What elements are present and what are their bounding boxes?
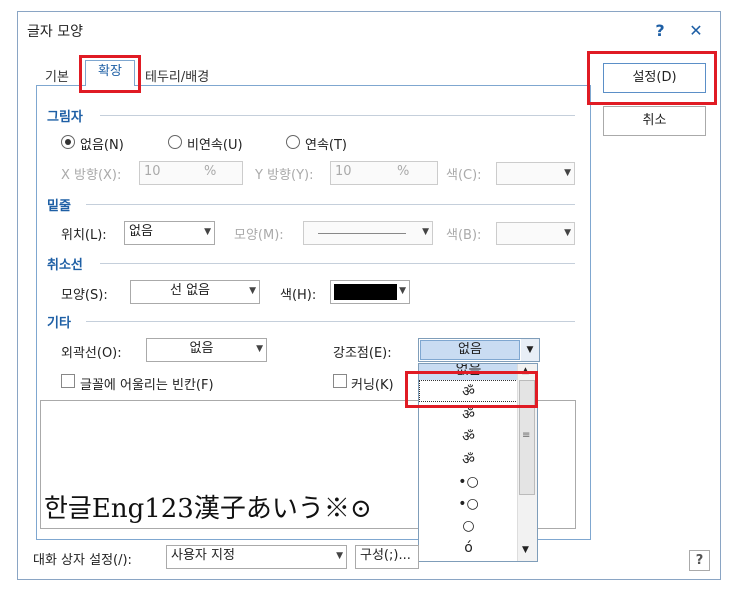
chevron-down-icon: ▼: [249, 286, 256, 296]
window-title: 글자 모양: [27, 24, 83, 40]
underline-position-value: 없음: [129, 224, 153, 239]
underline-color-label: 색(B):: [446, 228, 482, 243]
emphasis-option[interactable]: •○: [419, 471, 518, 493]
line-preview: [318, 233, 406, 234]
shadow-continuous-label: 연속(T): [305, 138, 348, 153]
highlight-tab: [79, 55, 141, 93]
divider: [86, 204, 575, 205]
underline-position-select[interactable]: 없음 ▼: [124, 221, 215, 245]
strike-color-label: 색(H):: [280, 288, 317, 303]
y-value: 10: [335, 164, 352, 179]
chevron-down-icon: ▼: [564, 168, 571, 178]
dialog-setting-select[interactable]: 사용자 지정 ▼: [166, 545, 347, 569]
x-value: 10: [144, 164, 161, 179]
tab-basic[interactable]: 기본: [45, 66, 69, 85]
highlight-ok: [587, 51, 717, 105]
shadow-discrete-label: 비연속(U): [187, 138, 243, 153]
x-direction-input[interactable]: 10%: [139, 161, 243, 185]
dialog-setting-value: 사용자 지정: [171, 548, 235, 563]
chevron-down-icon: ▼: [422, 227, 429, 237]
shadow-none-radio[interactable]: [61, 135, 75, 149]
outline-label: 외곽선(O):: [61, 346, 122, 361]
shadow-none-label: 없음(N): [80, 138, 124, 153]
strike-shape-label: 모양(S):: [61, 288, 108, 303]
outline-select[interactable]: 없음 ▼: [146, 338, 267, 362]
strike-color-select[interactable]: ▼: [330, 280, 410, 304]
chevron-down-icon: ▼: [336, 551, 343, 561]
emphasis-option[interactable]: ॐ: [419, 449, 518, 471]
dialog-setting-label: 대화 상자 설정(/):: [33, 553, 132, 568]
shadow-color-label: 색(C):: [446, 168, 482, 183]
chevron-down-icon[interactable]: ▼: [521, 339, 539, 361]
emphasis-option[interactable]: ○: [419, 515, 518, 537]
underline-shape-label: 모양(M):: [234, 228, 284, 243]
color-swatch: [334, 284, 397, 300]
underline-color-select[interactable]: ▼: [496, 222, 575, 245]
y-direction-label: Y 방향(Y):: [255, 168, 314, 183]
shadow-section-title: 그림자: [47, 110, 83, 125]
close-button[interactable]: ✕: [686, 21, 706, 41]
shadow-discrete-radio[interactable]: [168, 135, 182, 149]
cancel-button[interactable]: 취소: [603, 106, 706, 136]
shadow-color-select[interactable]: ▼: [496, 162, 575, 185]
preview-text: 한글Eng123漢子あいう※⊙: [44, 494, 372, 524]
help-icon[interactable]: ?: [689, 550, 710, 571]
divider: [86, 321, 575, 322]
strike-shape-value: 선 없음: [169, 283, 210, 298]
config-button[interactable]: 구성(;)...: [355, 545, 419, 569]
y-direction-input[interactable]: 10%: [330, 161, 438, 185]
emphasis-option[interactable]: ॐ: [419, 426, 518, 448]
strike-shape-select[interactable]: 선 없음 ▼: [130, 280, 260, 304]
scroll-down-icon[interactable]: ▼: [522, 545, 529, 555]
chevron-down-icon: ▼: [204, 227, 211, 237]
divider: [100, 115, 575, 116]
emphasis-value: 없음: [420, 340, 520, 360]
underline-position-label: 위치(L):: [61, 228, 107, 243]
font-space-checkbox[interactable]: [61, 374, 75, 388]
tab-border-background[interactable]: 테두리/배경: [145, 66, 209, 85]
kerning-checkbox[interactable]: [333, 374, 347, 388]
emphasis-label: 강조점(E):: [333, 346, 392, 361]
shadow-continuous-radio[interactable]: [286, 135, 300, 149]
chevron-down-icon: ▼: [399, 286, 406, 296]
chevron-down-icon: ▼: [256, 344, 263, 354]
chevron-down-icon: ▼: [564, 228, 571, 238]
divider: [100, 263, 575, 264]
outline-value: 없음: [189, 341, 214, 356]
underline-shape-select[interactable]: ▼: [303, 221, 433, 245]
y-unit: %: [397, 164, 410, 179]
strike-section-title: 취소선: [47, 258, 83, 273]
font-space-label: 글꼴에 어울리는 빈칸(F): [80, 378, 214, 393]
x-direction-label: X 방향(X):: [61, 168, 122, 183]
emphasis-option[interactable]: ó: [419, 537, 518, 559]
emphasis-select[interactable]: 없음 ▼: [418, 338, 540, 362]
x-unit: %: [204, 164, 217, 179]
emphasis-option[interactable]: •○: [419, 493, 518, 515]
grip-icon: ≡: [522, 430, 531, 441]
help-button[interactable]: ?: [650, 21, 670, 41]
etc-section-title: 기타: [47, 316, 71, 331]
kerning-label: 커닝(K): [351, 378, 394, 393]
underline-section-title: 밑줄: [47, 199, 71, 214]
highlight-option: [405, 371, 538, 408]
